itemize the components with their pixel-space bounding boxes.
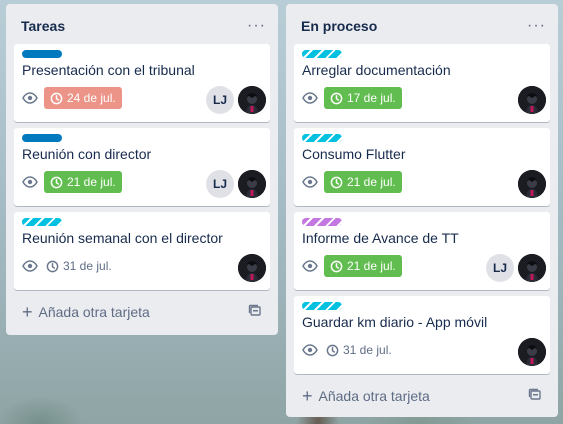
card-badges: 31 de jul. bbox=[22, 255, 114, 277]
add-card-label: Añada otra tarjeta bbox=[318, 388, 430, 404]
card-template-icon[interactable] bbox=[248, 304, 262, 321]
card-members bbox=[238, 254, 266, 282]
due-date-badge[interactable]: 31 de jul. bbox=[324, 339, 394, 361]
avatar[interactable] bbox=[238, 254, 266, 282]
card-title: Reunión semanal con el director bbox=[22, 230, 223, 246]
card-template-icon[interactable] bbox=[528, 388, 542, 405]
eye-icon bbox=[22, 90, 38, 106]
list-title[interactable]: En proceso bbox=[301, 18, 377, 34]
card[interactable]: Guardar km diario - App móvil 31 de jul. bbox=[294, 296, 550, 374]
card-badges: 17 de jul. bbox=[302, 87, 402, 109]
due-date-badge[interactable]: 21 de jul. bbox=[324, 171, 402, 193]
list-menu-icon[interactable]: ··· bbox=[527, 18, 546, 34]
clock-icon bbox=[50, 92, 63, 104]
avatar[interactable] bbox=[518, 170, 546, 198]
list-header: Tareas ··· bbox=[6, 4, 278, 48]
avatar[interactable]: LJ bbox=[486, 254, 514, 282]
card-title: Reunión con director bbox=[22, 146, 152, 162]
plus-icon: + bbox=[22, 302, 33, 322]
list-en-proceso: En proceso ··· Arreglar documentación 17… bbox=[286, 4, 558, 417]
card[interactable]: Presentación con el tribunal 24 de jul. … bbox=[14, 44, 270, 122]
clock-icon bbox=[330, 176, 343, 188]
card[interactable]: Reunión con director 21 de jul. LJ bbox=[14, 128, 270, 206]
card-label[interactable] bbox=[22, 134, 62, 142]
card-title: Presentación con el tribunal bbox=[22, 62, 195, 78]
add-card-row: + Añada otra tarjeta bbox=[22, 303, 150, 321]
due-date-badge[interactable]: 17 de jul. bbox=[324, 87, 402, 109]
avatar[interactable] bbox=[238, 170, 266, 198]
clock-icon bbox=[330, 92, 343, 104]
card-label[interactable] bbox=[302, 50, 342, 58]
clock-icon bbox=[46, 260, 59, 272]
card-members bbox=[518, 338, 546, 366]
card-members bbox=[518, 86, 546, 114]
eye-icon bbox=[302, 90, 318, 106]
clock-icon bbox=[50, 176, 63, 188]
card-title: Arreglar documentación bbox=[302, 62, 451, 78]
avatar[interactable] bbox=[518, 338, 546, 366]
due-date-badge[interactable]: 31 de jul. bbox=[44, 255, 114, 277]
list-header: En proceso ··· bbox=[286, 4, 558, 48]
add-card-row: + Añada otra tarjeta bbox=[302, 387, 430, 405]
card[interactable]: Arreglar documentación 17 de jul. bbox=[294, 44, 550, 122]
card-label[interactable] bbox=[22, 218, 62, 226]
avatar[interactable]: LJ bbox=[206, 170, 234, 198]
card-badges: 21 de jul. bbox=[22, 171, 122, 193]
card-title: Consumo Flutter bbox=[302, 146, 406, 162]
due-date-text: 21 de jul. bbox=[347, 175, 396, 189]
due-date-text: 21 de jul. bbox=[67, 175, 116, 189]
plus-icon: + bbox=[302, 386, 313, 406]
card-members: LJ bbox=[486, 254, 546, 282]
card-title: Guardar km diario - App móvil bbox=[302, 314, 488, 330]
due-date-text: 21 de jul. bbox=[347, 259, 396, 273]
card-members bbox=[518, 170, 546, 198]
avatar[interactable] bbox=[238, 86, 266, 114]
card-members: LJ bbox=[206, 86, 266, 114]
avatar[interactable]: LJ bbox=[206, 86, 234, 114]
due-date-text: 31 de jul. bbox=[63, 259, 112, 273]
eye-icon bbox=[302, 174, 318, 190]
card-badges: 21 de jul. bbox=[302, 171, 402, 193]
card-label[interactable] bbox=[302, 134, 342, 142]
due-date-text: 17 de jul. bbox=[347, 91, 396, 105]
avatar[interactable] bbox=[518, 254, 546, 282]
card-badges: 21 de jul. bbox=[302, 255, 402, 277]
card-title: Informe de Avance de TT bbox=[302, 230, 459, 246]
eye-icon bbox=[22, 174, 38, 190]
card[interactable]: Consumo Flutter 21 de jul. bbox=[294, 128, 550, 206]
due-date-text: 31 de jul. bbox=[343, 343, 392, 357]
due-date-badge[interactable]: 21 de jul. bbox=[44, 171, 122, 193]
card-badges: 31 de jul. bbox=[302, 339, 394, 361]
add-card-button[interactable]: + Añada otra tarjeta bbox=[14, 298, 270, 326]
due-date-badge[interactable]: 21 de jul. bbox=[324, 255, 402, 277]
card[interactable]: Informe de Avance de TT 21 de jul. LJ bbox=[294, 212, 550, 290]
card[interactable]: Reunión semanal con el director 31 de ju… bbox=[14, 212, 270, 290]
card-members: LJ bbox=[206, 170, 266, 198]
list-menu-icon[interactable]: ··· bbox=[247, 18, 266, 34]
clock-icon bbox=[330, 260, 343, 272]
add-card-label: Añada otra tarjeta bbox=[38, 304, 150, 320]
clock-icon bbox=[326, 344, 339, 356]
list-tareas: Tareas ··· Presentación con el tribunal … bbox=[6, 4, 278, 335]
due-date-badge[interactable]: 24 de jul. bbox=[44, 87, 122, 109]
avatar[interactable] bbox=[518, 86, 546, 114]
list-title[interactable]: Tareas bbox=[21, 18, 65, 34]
card-label[interactable] bbox=[302, 218, 342, 226]
card-label[interactable] bbox=[22, 50, 62, 58]
card-badges: 24 de jul. bbox=[22, 87, 122, 109]
eye-icon bbox=[302, 258, 318, 274]
add-card-button[interactable]: + Añada otra tarjeta bbox=[294, 382, 550, 410]
eye-icon bbox=[22, 258, 38, 274]
card-label[interactable] bbox=[302, 302, 342, 310]
eye-icon bbox=[302, 342, 318, 358]
due-date-text: 24 de jul. bbox=[67, 91, 116, 105]
